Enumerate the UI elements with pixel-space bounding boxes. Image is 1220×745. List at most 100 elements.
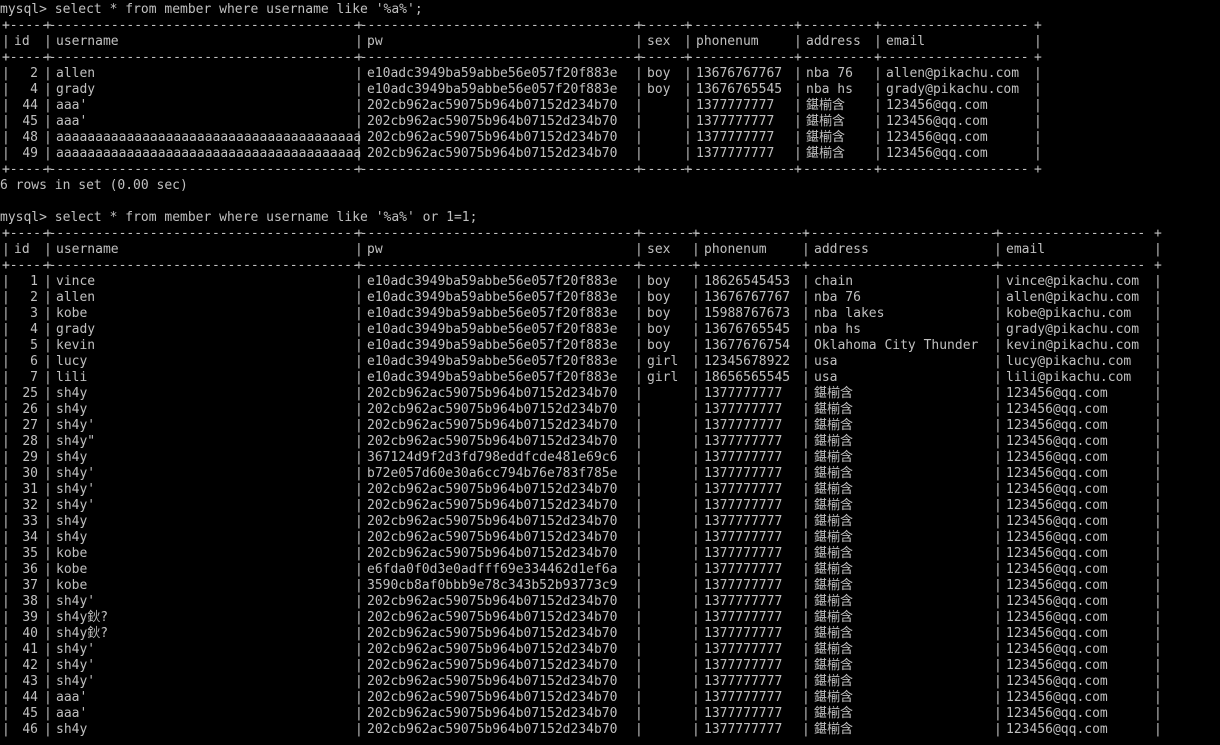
cell-address: 鍖椾含 bbox=[814, 514, 854, 529]
column-header-phonenum: phonenum bbox=[696, 34, 759, 49]
cell-email: 123456@qq.com bbox=[1006, 434, 1108, 449]
cell-email: allen@pikachu.com bbox=[1006, 290, 1140, 305]
cell-phonenum: 1377777777 bbox=[704, 658, 783, 673]
cell-username: sh4y' bbox=[56, 674, 96, 689]
cell-email: lucy@pikachu.com bbox=[1006, 354, 1132, 369]
cell-address: nba 76 bbox=[814, 290, 861, 305]
column-header-email: email bbox=[886, 34, 926, 49]
cell-address: 鍖椾含 bbox=[814, 658, 854, 673]
cell-address: 鍖椾含 bbox=[814, 450, 854, 465]
cell-phonenum: 1377777777 bbox=[704, 690, 783, 705]
cell-phonenum: 1377777777 bbox=[704, 578, 783, 593]
table-row: | | | | | | | | 44 aaa' 202cb962ac59075b964b07152d… bbox=[2, 98, 1042, 113]
cell-id: 26 bbox=[22, 402, 38, 417]
column-header-pw: pw bbox=[367, 34, 383, 49]
command-line-1: mysql> select * from member where userna… bbox=[0, 2, 1220, 18]
cell-username: grady bbox=[56, 82, 96, 97]
cell-email: 123456@qq.com bbox=[1006, 642, 1108, 657]
cell-phonenum: 15988767673 bbox=[704, 306, 791, 321]
cell-address: 鍖椾含 bbox=[814, 482, 854, 497]
cell-username: grady bbox=[56, 322, 96, 337]
table-row: | | | | | | | | 6 lucy e10adc3949ba59abbe56e057f20… bbox=[2, 354, 1162, 369]
cell-email: 123456@qq.com bbox=[1006, 386, 1108, 401]
cell-username: sh4y鈥? bbox=[56, 610, 109, 625]
cell-phonenum: 1377777777 bbox=[704, 530, 783, 545]
cell-email: 123456@qq.com bbox=[1006, 418, 1108, 433]
table-row: | | | | | | | | 32 sh4y' 202cb962ac59075b964b07152… bbox=[2, 498, 1162, 513]
cell-username: kobe bbox=[56, 578, 88, 593]
column-header-email: email bbox=[1006, 242, 1046, 257]
cell-email: vince@pikachu.com bbox=[1006, 274, 1140, 289]
cell-username: sh4y' bbox=[56, 482, 96, 497]
cell-pw: e10adc3949ba59abbe56e057f20f883e bbox=[367, 338, 618, 353]
cell-sex: boy bbox=[647, 66, 671, 81]
cell-username: sh4y bbox=[56, 450, 88, 465]
cell-pw: 202cb962ac59075b964b07152d234b70 bbox=[367, 610, 618, 625]
cell-address: 鍖椾含 bbox=[814, 386, 854, 401]
cell-phonenum: 13676767767 bbox=[696, 66, 783, 81]
cell-pw: 202cb962ac59075b964b07152d234b70 bbox=[367, 658, 618, 673]
cell-username: kobe bbox=[56, 546, 88, 561]
cell-username: sh4y bbox=[56, 530, 88, 545]
cell-address: nba hs bbox=[814, 322, 861, 337]
cell-id: 49 bbox=[22, 146, 38, 161]
cell-id: 4 bbox=[30, 322, 38, 337]
cell-pw: 202cb962ac59075b964b07152d234b70 bbox=[367, 674, 618, 689]
cell-address: 鍖椾含 bbox=[814, 690, 854, 705]
cell-username: sh4y' bbox=[56, 594, 96, 609]
cell-id: 41 bbox=[22, 642, 38, 657]
cell-id: 44 bbox=[22, 98, 38, 113]
cell-pw: e10adc3949ba59abbe56e057f20f883e bbox=[367, 370, 618, 385]
sql-query-1: select * from member where username like… bbox=[54, 2, 423, 17]
cell-pw: 202cb962ac59075b964b07152d234b70 bbox=[367, 434, 618, 449]
sql-query-2: select * from member where username like… bbox=[54, 210, 478, 225]
cell-phonenum: 13677676754 bbox=[704, 338, 791, 353]
cell-address: 鍖椾含 bbox=[814, 498, 854, 513]
cell-address: nba hs bbox=[806, 82, 853, 97]
table-row: | | | | | | | | 39 sh4y鈥? 202cb962ac59075b964b0715… bbox=[2, 610, 1162, 625]
cell-pw: 202cb962ac59075b964b07152d234b70 bbox=[367, 114, 618, 129]
cell-pw: 202cb962ac59075b964b07152d234b70 bbox=[367, 722, 618, 737]
cell-username: vince bbox=[56, 274, 96, 289]
cell-phonenum: 1377777777 bbox=[704, 450, 783, 465]
cell-email: 123456@qq.com bbox=[1006, 466, 1108, 481]
cell-pw: e6fda0f0d3e0adfff69e334462d1ef6a bbox=[367, 562, 618, 577]
cell-phonenum: 13676765545 bbox=[704, 322, 791, 337]
cell-pw: e10adc3949ba59abbe56e057f20f883e bbox=[367, 274, 618, 289]
table-row: | | | | | | | | 26 sh4y 202cb962ac59075b964b07152d… bbox=[2, 402, 1162, 417]
table-row: | | | | | | | | 46 sh4y 202cb962ac59075b964b07152d… bbox=[2, 722, 1162, 737]
table-row: | | | | | | | | 27 sh4y' 202cb962ac59075b964b07152… bbox=[2, 418, 1162, 433]
cell-username: lili bbox=[56, 370, 88, 385]
cell-email: 123456@qq.com bbox=[1006, 706, 1108, 721]
cell-id: 45 bbox=[22, 706, 38, 721]
cell-address: 鍖椾含 bbox=[806, 146, 846, 161]
mysql-prompt: mysql> bbox=[0, 2, 47, 17]
cell-address: 鍖椾含 bbox=[814, 722, 854, 737]
cell-username: sh4y' bbox=[56, 466, 96, 481]
cell-address: 鍖椾含 bbox=[814, 706, 854, 721]
column-header-sex: sex bbox=[647, 34, 671, 49]
table-row: | | | | | | | | 1 vince e10adc3949ba59abbe56e057f2… bbox=[2, 274, 1162, 289]
result-table-2: +---------------------------------------… bbox=[0, 226, 1220, 738]
table-row: | | | | | | | | 45 aaa' 202cb962ac59075b964b07152d… bbox=[2, 706, 1162, 721]
table-row: | | | | | | | | 25 sh4y 202cb962ac59075b964b07152d… bbox=[2, 386, 1162, 401]
mysql-terminal-window[interactable]: mysql> select * from member where userna… bbox=[0, 0, 1220, 745]
table-border-top: +---------------------------------------… bbox=[2, 226, 1162, 241]
cell-email: 123456@qq.com bbox=[1006, 674, 1108, 689]
cell-phonenum: 1377777777 bbox=[696, 98, 775, 113]
mysql-prompt: mysql> bbox=[0, 210, 47, 225]
cell-username: sh4y" bbox=[56, 434, 96, 449]
cell-email: 123456@qq.com bbox=[1006, 530, 1108, 545]
table-row: | | | | | | | | 4 grady e10adc3949ba59abbe56e057f2… bbox=[2, 322, 1162, 337]
table-row: | | | | | | | | 3 kobe e10adc3949ba59abbe56e057f20… bbox=[2, 306, 1162, 321]
cell-email: 123456@qq.com bbox=[1006, 626, 1108, 641]
cell-address: nba 76 bbox=[806, 66, 853, 81]
cell-phonenum: 1377777777 bbox=[704, 514, 783, 529]
cell-email: grady@pikachu.com bbox=[1006, 322, 1140, 337]
cell-address: 鍖椾含 bbox=[814, 610, 854, 625]
cell-pw: 202cb962ac59075b964b07152d234b70 bbox=[367, 706, 618, 721]
cell-email: 123456@qq.com bbox=[1006, 722, 1108, 737]
cell-address: 鍖椾含 bbox=[814, 530, 854, 545]
table-row: | | | | | | | | 36 kobe e6fda0f0d3e0adfff69e334462… bbox=[2, 562, 1162, 577]
cell-email: kevin@pikachu.com bbox=[1006, 338, 1140, 353]
